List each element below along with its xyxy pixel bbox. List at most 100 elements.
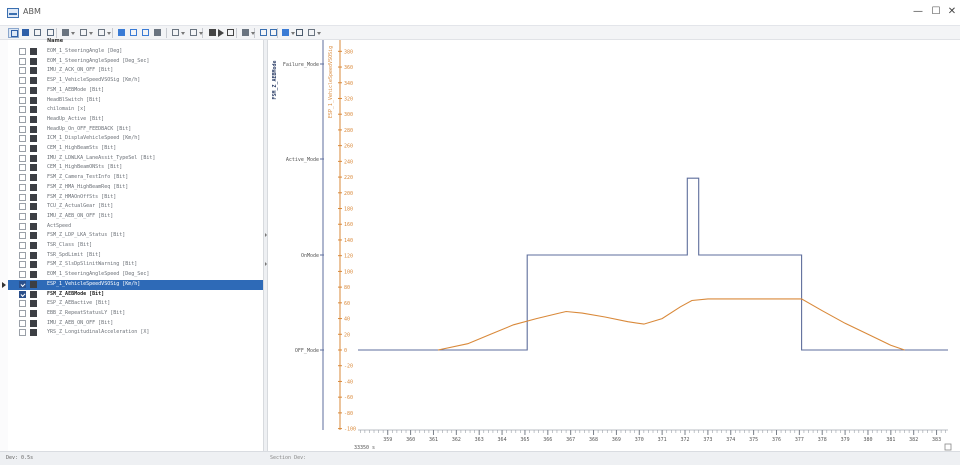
signal-color-swatch[interactable] bbox=[30, 212, 37, 220]
signal-row[interactable]: ESP_Z_AEBactive [Bit] bbox=[8, 299, 263, 309]
signal-row[interactable]: TCU_Z_ActualGear [Bit] bbox=[8, 202, 263, 212]
signal-checkbox[interactable] bbox=[19, 145, 26, 152]
signal-checkbox[interactable] bbox=[19, 251, 26, 259]
signal-row[interactable]: CEM_1_HighBeamONSts [Bit] bbox=[8, 163, 263, 173]
signal-color-swatch[interactable] bbox=[30, 319, 37, 327]
signal-checkbox[interactable] bbox=[19, 290, 26, 298]
signal-row[interactable]: CEM_1_HighBeamSts [Bit] bbox=[8, 144, 263, 154]
table-button[interactable] bbox=[294, 28, 305, 38]
signal-row[interactable]: IMU_Z_AEB_ON_OFF [Bit] bbox=[8, 319, 263, 329]
signal-checkbox[interactable] bbox=[19, 222, 26, 230]
signal-color-swatch[interactable] bbox=[30, 280, 37, 288]
signal-color-swatch[interactable] bbox=[30, 125, 37, 133]
signal-color-swatch[interactable] bbox=[30, 232, 37, 240]
signal-color-swatch[interactable] bbox=[30, 290, 37, 298]
signal-row[interactable]: ActSpeed bbox=[8, 222, 263, 232]
signal-row[interactable]: FSM_Z_Camera_TestInfo [Bit] bbox=[8, 173, 263, 183]
signal-color-swatch[interactable] bbox=[30, 154, 37, 162]
signal-color-swatch[interactable] bbox=[30, 329, 37, 337]
signal-row[interactable]: HeadBlSwitch [Bit] bbox=[8, 96, 263, 106]
signal-checkbox[interactable] bbox=[19, 329, 26, 337]
collapse-right-icon[interactable] bbox=[265, 262, 267, 266]
signal-row[interactable]: FSM_Z_LDP_LKA_Status [Bit] bbox=[8, 231, 263, 241]
signal-checkbox[interactable] bbox=[19, 96, 26, 104]
redo-button[interactable] bbox=[268, 28, 279, 38]
signal-checkbox[interactable] bbox=[19, 232, 26, 240]
signal-color-swatch[interactable] bbox=[30, 300, 37, 308]
signal-color-swatch[interactable] bbox=[30, 251, 37, 259]
signal-color-swatch[interactable] bbox=[30, 193, 37, 201]
signal-color-swatch[interactable] bbox=[30, 135, 37, 143]
signal-row[interactable]: ESP_1_VehicleSpeedVSOSig [Km/h] bbox=[8, 76, 263, 86]
signal-color-swatch[interactable] bbox=[30, 271, 37, 279]
collapse-left-icon[interactable] bbox=[265, 233, 267, 237]
signal-chart[interactable]: OFF_Mode OnMode Active_Mode Failure_Mode FSM… bbox=[268, 40, 960, 451]
signal-checkbox[interactable] bbox=[19, 154, 26, 162]
signal-color-swatch[interactable] bbox=[30, 309, 37, 317]
signal-row[interactable]: FSM_Z_HMA_HighBeamReq [Bit] bbox=[8, 183, 263, 193]
signal-checkbox[interactable] bbox=[19, 280, 26, 288]
signal-checkbox[interactable] bbox=[19, 57, 26, 65]
signal-color-swatch[interactable] bbox=[30, 115, 37, 123]
signal-color-swatch[interactable] bbox=[30, 48, 37, 55]
signal-checkbox[interactable] bbox=[19, 242, 26, 249]
signal-color-swatch[interactable] bbox=[30, 86, 37, 94]
signal-checkbox[interactable] bbox=[19, 86, 26, 94]
signal-row[interactable]: TSR_Class [Bit] bbox=[8, 241, 263, 251]
signal-color-swatch[interactable] bbox=[30, 203, 37, 211]
signal-row[interactable]: ICM_1_DisplaVehicleSpeed [Km/h] bbox=[8, 134, 263, 144]
signal-row[interactable]: IMU_Z_ACK_ON_OFF [Bit] bbox=[8, 66, 263, 76]
signal-checkbox[interactable] bbox=[19, 164, 26, 172]
signal-row[interactable]: IMU_Z_AEB_ON_OFF [Bit] bbox=[8, 212, 263, 222]
signal-row[interactable]: EOM_1_SteeringAngleSpeed [Deg_Sec] bbox=[8, 270, 263, 280]
signal-checkbox[interactable] bbox=[19, 106, 26, 114]
signal-checkbox[interactable] bbox=[19, 67, 26, 75]
signal-row[interactable]: IMU_Z_LDWLKA_LaneAssit_TypeSel [Bit] bbox=[8, 154, 263, 164]
chart-area[interactable]: OFF_Mode OnMode Active_Mode Failure_Mode FSM… bbox=[268, 40, 960, 451]
signal-color-swatch[interactable] bbox=[30, 164, 37, 172]
signal-checkbox[interactable] bbox=[19, 77, 26, 85]
signal-row[interactable]: YRS_Z_LongitudinalAcceleration [X] bbox=[8, 328, 263, 338]
signal-color-swatch[interactable] bbox=[30, 261, 37, 269]
signal-row[interactable]: HeadUp_On_OFF_FEEDBACK [Bit] bbox=[8, 125, 263, 135]
signal-row[interactable]: TSR_SpdLimit [Bit] bbox=[8, 251, 263, 261]
signal-color-swatch[interactable] bbox=[30, 57, 37, 65]
signal-row[interactable]: FSM_Z_HMAOnOffSts [Bit] bbox=[8, 193, 263, 203]
signal-row[interactable]: FSM_Z_SlsDpSlinitWarning [Bit] bbox=[8, 260, 263, 270]
signal-checkbox[interactable] bbox=[19, 183, 26, 191]
signal-checkbox[interactable] bbox=[19, 261, 26, 269]
close-button[interactable]: ✕ bbox=[942, 4, 960, 20]
signal-row[interactable]: EBB_Z_RepeatStatusLY [Bit] bbox=[8, 309, 263, 319]
settings-menu-button[interactable] bbox=[306, 28, 321, 38]
signal-color-swatch[interactable] bbox=[30, 242, 37, 249]
signal-row[interactable]: ESP_1_VehicleSpeedVSOSig [Km/h] bbox=[2, 279, 263, 290]
signal-row[interactable]: EOM_1_SteeringAngleSpeed [Deg_Sec] bbox=[8, 57, 263, 67]
signal-color-swatch[interactable] bbox=[30, 106, 37, 114]
signal-color-swatch[interactable] bbox=[30, 183, 37, 191]
signal-color-swatch[interactable] bbox=[30, 145, 37, 152]
signal-checkbox[interactable] bbox=[19, 125, 26, 133]
signal-color-swatch[interactable] bbox=[30, 174, 37, 182]
signal-row[interactable]: FSM_1_AEBMode [Bit] bbox=[8, 86, 263, 96]
signal-checkbox[interactable] bbox=[19, 319, 26, 327]
signal-checkbox[interactable] bbox=[19, 271, 26, 279]
signal-row[interactable]: chilomain [x] bbox=[8, 105, 263, 115]
signal-row[interactable]: HeadUp_Active [Bit] bbox=[8, 115, 263, 125]
signal-checkbox[interactable] bbox=[19, 135, 26, 143]
signal-checkbox[interactable] bbox=[19, 309, 26, 317]
signal-checkbox[interactable] bbox=[19, 212, 26, 220]
signal-color-swatch[interactable] bbox=[30, 96, 37, 104]
signal-checkbox[interactable] bbox=[19, 174, 26, 182]
signal-row[interactable]: FSM_Z_AEBMode [Bit] bbox=[8, 290, 263, 300]
signal-checkbox[interactable] bbox=[19, 48, 26, 55]
export-menu-button[interactable] bbox=[280, 28, 295, 38]
signal-color-swatch[interactable] bbox=[30, 67, 37, 75]
minimize-button[interactable]: — bbox=[908, 4, 928, 20]
signal-row[interactable]: EOM_1_SteeringAngle [Deg] bbox=[8, 47, 263, 57]
signal-color-swatch[interactable] bbox=[30, 77, 37, 85]
signal-checkbox[interactable] bbox=[19, 193, 26, 201]
signal-checkbox[interactable] bbox=[19, 203, 26, 211]
signal-checkbox[interactable] bbox=[19, 115, 26, 123]
signal-checkbox[interactable] bbox=[19, 300, 26, 308]
signal-color-swatch[interactable] bbox=[30, 222, 37, 230]
